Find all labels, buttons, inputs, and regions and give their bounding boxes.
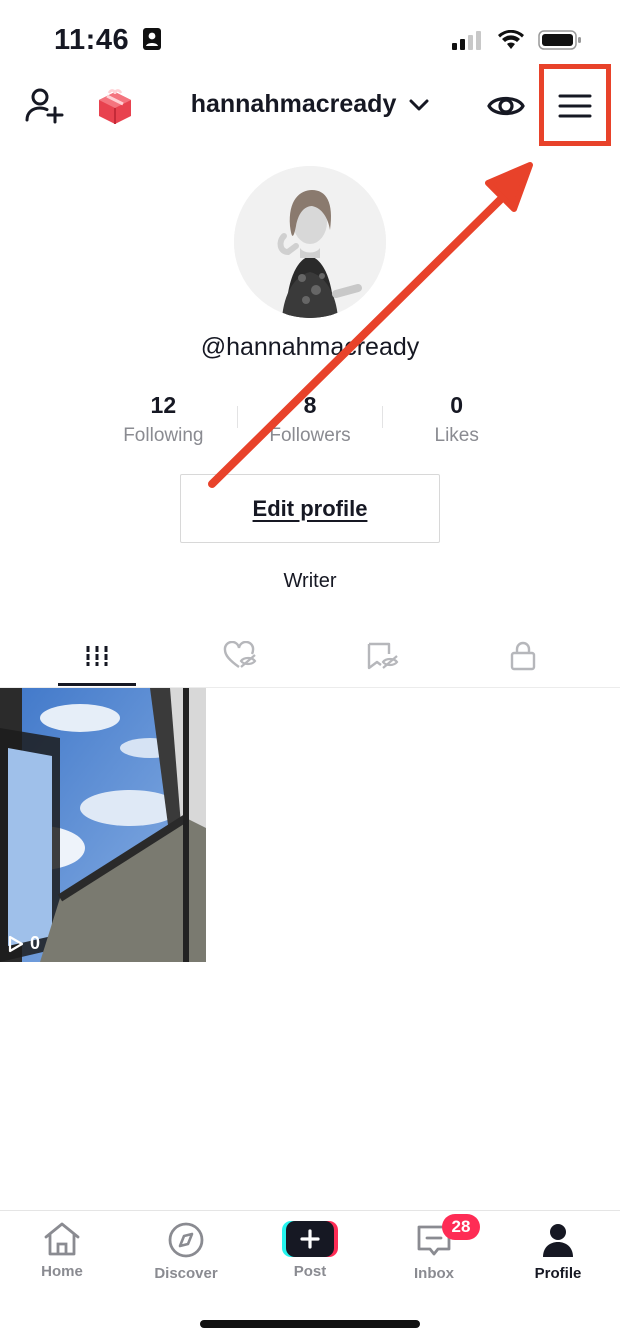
- video-preview-image: [0, 688, 206, 962]
- wifi-icon: [498, 30, 524, 49]
- nav-label: Profile: [534, 1265, 582, 1282]
- signal-icon: [452, 31, 481, 50]
- lock-icon: [510, 641, 536, 670]
- nav-label: Home: [41, 1263, 83, 1280]
- video-thumbnail[interactable]: 0: [0, 688, 206, 962]
- nav-discover[interactable]: Discover: [131, 1221, 241, 1291]
- battery-icon: [538, 30, 581, 50]
- home-indicator: [200, 1320, 420, 1328]
- inbox-badge: 28: [442, 1214, 480, 1240]
- view-count-text: 0: [30, 933, 41, 953]
- compass-icon: [168, 1222, 204, 1258]
- stat-followers[interactable]: 8 Followers: [236, 390, 384, 450]
- plus-icon: [282, 1221, 338, 1257]
- contact-card-icon: [142, 28, 161, 50]
- bookmark-hidden-icon: [367, 642, 399, 669]
- eye-icon: [487, 96, 525, 116]
- profile-header: hannahmacready: [0, 70, 620, 144]
- status-icons: [452, 29, 582, 51]
- stat-following[interactable]: 12 Following: [90, 390, 237, 450]
- person-icon: [543, 1224, 573, 1257]
- menu-highlight-box: [539, 64, 611, 146]
- home-icon: [44, 1222, 80, 1256]
- tab-liked[interactable]: [201, 624, 279, 687]
- profile-bio: Writer: [283, 570, 337, 592]
- stat-label: Following: [123, 425, 204, 446]
- status-bar: 11:46: [0, 0, 620, 70]
- tab-favorites[interactable]: [343, 624, 421, 687]
- video-view-count: 0: [8, 933, 40, 954]
- nav-label: Discover: [154, 1265, 218, 1282]
- grid-icon: [86, 645, 108, 666]
- status-time: 11:46: [54, 24, 162, 57]
- stat-label: Followers: [269, 425, 351, 446]
- active-tab-indicator: [58, 683, 136, 686]
- profile-photo: [234, 166, 386, 318]
- tab-private[interactable]: [484, 624, 562, 687]
- heart-hidden-icon: [223, 640, 257, 668]
- nav-home[interactable]: Home: [7, 1221, 117, 1291]
- stat-divider: [236, 406, 238, 428]
- avatar[interactable]: [234, 166, 386, 318]
- content-tabs: [0, 624, 620, 688]
- tab-videos[interactable]: [58, 624, 136, 687]
- profile-handle: @hannahmacready: [200, 333, 420, 361]
- nav-post[interactable]: Post: [255, 1221, 365, 1291]
- profile-stats: 12 Following 8 Followers 0 Likes: [90, 390, 530, 450]
- nav-label: Post: [293, 1263, 327, 1280]
- stat-value: 0: [450, 392, 464, 418]
- profile-views-button[interactable]: [484, 86, 528, 126]
- chevron-down-icon: [409, 99, 429, 111]
- username-title: hannahmacready: [190, 90, 397, 118]
- stat-label: Likes: [434, 425, 479, 446]
- stat-value: 8: [303, 392, 317, 418]
- nav-label: Inbox: [414, 1265, 454, 1282]
- play-icon: [8, 935, 24, 952]
- edit-profile-button[interactable]: Edit profile: [180, 474, 440, 543]
- nav-profile[interactable]: Profile: [503, 1221, 613, 1291]
- stat-likes[interactable]: 0 Likes: [383, 390, 530, 450]
- stat-value: 12: [150, 392, 177, 418]
